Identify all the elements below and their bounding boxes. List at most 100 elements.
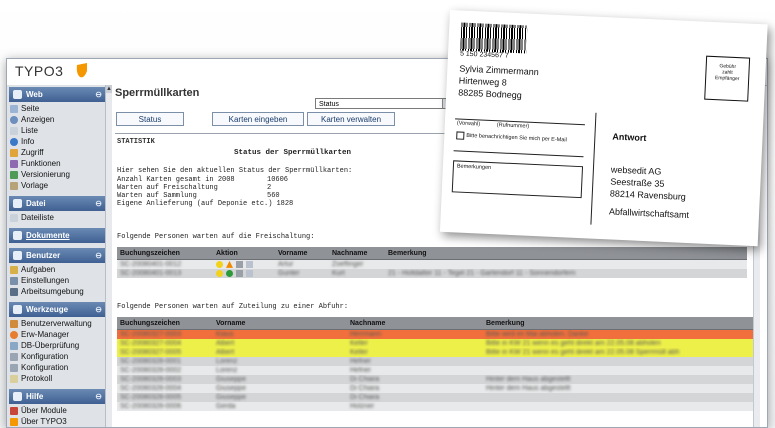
first-name: Klaus — [213, 329, 347, 339]
table-row[interactable]: SC-20080328-0002 Lorenz Hefner — [117, 366, 753, 375]
booking-code: SC-20080401-0013 — [117, 269, 213, 278]
stat-row: Eigene Anlieferung (auf Deponie etc.) 182… — [117, 200, 294, 208]
status-title: Status der Sperrmüllkarten — [234, 149, 352, 157]
menu-item-arbeitsumgebung[interactable]: Arbeitsumgebung — [7, 286, 111, 297]
menu-item-ueber-module[interactable]: Über Module — [7, 405, 111, 416]
table-row[interactable]: SC-20080328-0005 Giuseppe Di Chiara — [117, 393, 753, 402]
menu-item-vorlage[interactable]: Vorlage — [7, 180, 111, 191]
booking-code: SC-20080328-0003 — [117, 375, 213, 384]
tab-karten-verwalten[interactable]: Karten verwalten — [307, 112, 395, 126]
menu-item-einstellungen[interactable]: Einstellungen — [7, 275, 111, 286]
intro-text: Hier sehen Sie den aktuellen Status der … — [117, 167, 353, 175]
config-icon — [10, 364, 18, 372]
last-name: Herrmann — [347, 329, 483, 339]
menu-item-ueber-typo3[interactable]: Über TYPO3 — [7, 416, 111, 427]
database-icon — [10, 342, 18, 350]
booking-code: SC-20080328-0006 — [117, 402, 213, 411]
menu-item-benutzerverwaltung[interactable]: Benutzerverwaltung — [7, 318, 111, 329]
table-row[interactable]: SC-20080327-0003 Klaus Herrmann Bitte wird … — [117, 329, 753, 339]
menu-group-datei[interactable]: Datei ⊖ — [9, 196, 109, 211]
booking-code: SC-20080401-0012 — [117, 259, 213, 269]
table-row[interactable]: SC-20080401-0013 Gunter Kurt 21 - Holtda… — [117, 269, 747, 278]
note: Bitte in KW 21 wenn es geht direkt am 22… — [483, 339, 753, 348]
table-row[interactable]: SC-20080401-0012 Artur Zoeffinger — [117, 259, 747, 269]
menu-item-aufgaben[interactable]: Aufgaben — [7, 264, 111, 275]
menu-item-seite[interactable]: Seite — [7, 103, 111, 114]
list-icon — [10, 127, 18, 135]
table-row[interactable]: SC-20080327-0005 Albert Keller Bitte in KW … — [117, 348, 753, 357]
col-header: Bemerkung — [385, 247, 747, 260]
table-row[interactable]: SC-20080327-0004 Albert Keller Bitte in KW … — [117, 339, 753, 348]
tab-karten-eingeben[interactable]: Karten eingeben — [212, 112, 304, 126]
table-row[interactable]: SC-20080328-0006 Gerda Holzner — [117, 402, 753, 411]
actions-cell — [213, 259, 275, 269]
collapse-icon[interactable]: ⊖ — [95, 196, 102, 211]
menu-item-anzeigen[interactable]: Anzeigen — [7, 114, 111, 125]
collapse-icon[interactable]: ⊖ — [95, 87, 102, 102]
user-settings-icon — [10, 277, 18, 285]
email-checkbox — [456, 131, 465, 140]
menu-item-zugriff[interactable]: Zugriff — [7, 147, 111, 158]
postage-box: Gebühr zahlt Empfänger — [704, 55, 751, 102]
recipient-address: websedit AG Seestraße 35 88214 Ravensbur… — [608, 164, 690, 221]
collapse-icon[interactable]: ⊖ — [95, 302, 102, 317]
menu-item-versionierung[interactable]: Versionierung — [7, 169, 111, 180]
note: 21 - Holtdatter 11 - Tegel 21 - Gartendo… — [385, 269, 747, 278]
table-header-row: Buchungszeichen Aktion Vorname Nachname … — [117, 247, 747, 260]
tasks-icon — [10, 266, 18, 274]
menu-item-info[interactable]: Info — [7, 136, 111, 147]
edit-icon[interactable] — [246, 260, 253, 268]
menu-item-dateiliste[interactable]: Dateiliste — [7, 212, 111, 223]
collapse-icon[interactable]: ⊖ — [95, 389, 102, 404]
first-name: Artur — [275, 259, 329, 269]
menu-group-hilfe[interactable]: Hilfe ⊖ — [9, 389, 109, 404]
menu-item-konfiguration-2[interactable]: Konfiguration — [7, 362, 111, 373]
remarks-box: Bemerkungen — [451, 160, 584, 199]
email-line — [453, 150, 584, 158]
warning-icon[interactable] — [226, 260, 233, 268]
menu-group-web[interactable]: Web ⊖ — [9, 87, 109, 102]
menu-item-funktionen[interactable]: Funktionen — [7, 158, 111, 169]
menu-group-dokumente[interactable]: Dokumente — [9, 228, 109, 243]
typo3-logo-text: TYPO3 — [15, 63, 64, 79]
first-name: Gerda — [213, 402, 347, 411]
folder-group-icon — [13, 199, 22, 208]
typo3-small-icon — [10, 418, 18, 426]
field-rufnummer: (Rufnummer) — [496, 122, 530, 130]
table-row[interactable]: SC-20080328-0001 Lorenz Hefner — [117, 357, 753, 366]
help-group-icon — [13, 392, 22, 401]
note — [483, 357, 753, 366]
menu-group-benutzer[interactable]: Benutzer ⊖ — [9, 248, 109, 263]
trash-icon[interactable] — [236, 269, 243, 277]
trash-icon[interactable] — [236, 260, 243, 268]
note: Hinter dem Haus abgestellt — [483, 384, 753, 393]
menu-scrollbar[interactable]: ▲ — [105, 85, 112, 427]
first-name: Lorenz — [213, 366, 347, 375]
check-icon[interactable] — [226, 269, 233, 277]
bulb-icon[interactable] — [216, 260, 223, 268]
menu-item-protokoll[interactable]: Protokoll — [7, 373, 111, 384]
field-bemerkungen: Bemerkungen — [456, 163, 492, 172]
menu-item-db-ueberpruefung[interactable]: DB-Überprüfung — [7, 340, 111, 351]
function-select[interactable]: Status▼ — [315, 98, 453, 109]
booking-code: SC-20080328-0005 — [117, 393, 213, 402]
actions-cell — [213, 269, 275, 278]
tab-status[interactable]: Status — [116, 112, 184, 126]
table-row[interactable]: SC-20080328-0004 Giuseppe Di Chiara Hinter … — [117, 384, 753, 393]
col-header: Bemerkung — [483, 317, 753, 330]
module-menu: Web ⊖ Seite Anzeigen Liste Info Zugriff F… — [7, 85, 112, 427]
checkbox-label: Bitte benachrichtigen Sie mich per E-Mai… — [466, 132, 567, 144]
tools-group-icon — [13, 305, 22, 314]
menu-group-werkzeuge[interactable]: Werkzeuge ⊖ — [9, 302, 109, 317]
col-header: Nachname — [329, 247, 385, 260]
edit-icon[interactable] — [246, 269, 253, 277]
reply-postcard: 5 150 234567 7 Sylvia Zimmermann Hirtenw… — [439, 10, 768, 247]
bulb-icon[interactable] — [216, 269, 223, 277]
table-row[interactable]: SC-20080328-0003 Giuseppe Di Chiara Hinter … — [117, 375, 753, 384]
booking-code: SC-20080328-0001 — [117, 357, 213, 366]
collapse-icon[interactable]: ⊖ — [95, 248, 102, 263]
menu-item-konfiguration[interactable]: Konfiguration — [7, 351, 111, 362]
menu-item-erw-manager[interactable]: Erw-Manager — [7, 329, 111, 340]
menu-item-liste[interactable]: Liste — [7, 125, 111, 136]
barcode — [460, 22, 528, 54]
